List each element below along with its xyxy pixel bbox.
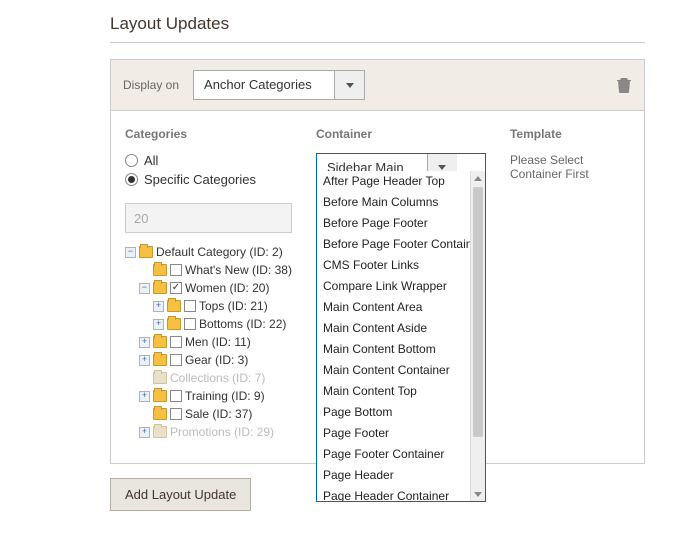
container-dropdown: After Page Header TopBefore Main Columns… — [316, 171, 486, 502]
radio-icon — [125, 154, 138, 167]
search-value: 20 — [134, 211, 148, 226]
scroll-up-icon — [471, 171, 485, 185]
dropdown-option[interactable]: Main Content Bottom — [317, 339, 470, 360]
tree-node-label: Default Category (ID: 2) — [156, 243, 283, 261]
categories-col-title: Categories — [125, 127, 292, 141]
tree-node: Collections (ID: 7) — [125, 369, 292, 387]
scrollbar-thumb[interactable] — [473, 187, 483, 437]
display-on-select[interactable]: Anchor Categories — [193, 70, 365, 100]
tree-node[interactable]: − Women (ID: 20) — [125, 279, 292, 297]
template-hint: Please Select Container First — [510, 153, 630, 181]
tree-node-label: Bottoms (ID: 22) — [199, 315, 286, 333]
container-col-title: Container — [316, 127, 486, 141]
toggle-spacer — [139, 373, 150, 384]
tree-node-label: Gear (ID: 3) — [185, 351, 248, 369]
tree-node[interactable]: + Men (ID: 11) — [125, 333, 292, 351]
tree-node[interactable]: + Tops (ID: 21) — [125, 297, 292, 315]
folder-icon — [153, 264, 167, 276]
tree-node-label: Men (ID: 11) — [185, 333, 251, 351]
dropdown-option[interactable]: Before Main Columns — [317, 192, 470, 213]
delete-update-button[interactable] — [616, 76, 632, 94]
category-tree: − Default Category (ID: 2)What's New (ID:… — [125, 243, 292, 441]
expand-icon[interactable]: + — [153, 319, 164, 330]
checkbox[interactable] — [170, 354, 182, 366]
expand-icon[interactable]: + — [139, 427, 150, 438]
expand-icon[interactable]: + — [139, 337, 150, 348]
layout-update-block: Display on Anchor Categories Categories … — [110, 59, 645, 464]
expand-icon[interactable]: + — [139, 391, 150, 402]
dropdown-option[interactable]: Before Page Footer Container — [317, 234, 470, 255]
checkbox[interactable] — [170, 282, 182, 294]
folder-icon — [167, 300, 181, 312]
radio-specific-label: Specific Categories — [144, 172, 256, 187]
folder-icon — [139, 246, 153, 258]
tree-node[interactable]: + Gear (ID: 3) — [125, 351, 292, 369]
checkbox[interactable] — [170, 264, 182, 276]
tree-node: + Promotions (ID: 29) — [125, 423, 292, 441]
checkbox[interactable] — [184, 318, 196, 330]
folder-icon — [153, 372, 167, 384]
tree-node[interactable]: + Bottoms (ID: 22) — [125, 315, 292, 333]
checkbox[interactable] — [184, 300, 196, 312]
dropdown-option[interactable]: Page Bottom — [317, 402, 470, 423]
radio-all[interactable]: All — [125, 153, 292, 168]
tree-node[interactable]: Sale (ID: 37) — [125, 405, 292, 423]
dropdown-option[interactable]: Page Footer — [317, 423, 470, 444]
tree-node[interactable]: What's New (ID: 38) — [125, 261, 292, 279]
radio-icon — [125, 173, 138, 186]
add-layout-update-button[interactable]: Add Layout Update — [110, 478, 251, 511]
folder-icon — [167, 318, 181, 330]
display-on-label: Display on — [123, 78, 179, 92]
tree-node-label: Tops (ID: 21) — [199, 297, 268, 315]
folder-icon — [153, 354, 167, 366]
toggle-spacer — [139, 265, 150, 276]
tree-node-label: Training (ID: 9) — [185, 387, 265, 405]
trash-icon — [617, 77, 631, 93]
display-on-value: Anchor Categories — [194, 71, 334, 99]
folder-icon — [153, 426, 167, 438]
dropdown-option[interactable]: Main Content Aside — [317, 318, 470, 339]
category-search-input[interactable]: 20 — [125, 203, 292, 233]
radio-all-label: All — [144, 153, 158, 168]
tree-node-label: Women (ID: 20) — [185, 279, 269, 297]
folder-icon — [153, 336, 167, 348]
template-col-title: Template — [510, 127, 630, 141]
radio-specific[interactable]: Specific Categories — [125, 172, 292, 187]
chevron-down-icon — [334, 71, 364, 99]
dropdown-option[interactable]: Page Header Container — [317, 486, 470, 501]
checkbox[interactable] — [170, 390, 182, 402]
dropdown-option[interactable]: Main Content Area — [317, 297, 470, 318]
dropdown-option[interactable]: Page Footer Container — [317, 444, 470, 465]
display-on-row: Display on Anchor Categories — [111, 60, 644, 111]
tree-node-label: Promotions (ID: 29) — [170, 423, 274, 441]
toggle-spacer — [139, 409, 150, 420]
expand-icon[interactable]: + — [139, 355, 150, 366]
tree-node-label: Collections (ID: 7) — [170, 369, 265, 387]
expand-icon[interactable]: + — [153, 301, 164, 312]
tree-node-label: Sale (ID: 37) — [185, 405, 252, 423]
scroll-down-icon — [471, 487, 485, 501]
tree-node-label: What's New (ID: 38) — [185, 261, 292, 279]
tree-node[interactable]: + Training (ID: 9) — [125, 387, 292, 405]
dropdown-option[interactable]: CMS Footer Links — [317, 255, 470, 276]
dropdown-option[interactable]: Compare Link Wrapper — [317, 276, 470, 297]
checkbox[interactable] — [170, 336, 182, 348]
dropdown-option[interactable]: Main Content Container — [317, 360, 470, 381]
checkbox[interactable] — [170, 408, 182, 420]
collapse-icon[interactable]: − — [125, 247, 136, 258]
dropdown-option[interactable]: Main Content Top — [317, 381, 470, 402]
folder-icon — [153, 282, 167, 294]
dropdown-option[interactable]: Page Header — [317, 465, 470, 486]
tree-node[interactable]: − Default Category (ID: 2) — [125, 243, 292, 261]
folder-icon — [153, 390, 167, 402]
section-title: Layout Updates — [110, 0, 645, 43]
dropdown-option[interactable]: Before Page Footer — [317, 213, 470, 234]
scrollbar[interactable] — [470, 171, 485, 501]
folder-icon — [153, 408, 167, 420]
collapse-icon[interactable]: − — [139, 283, 150, 294]
dropdown-option[interactable]: After Page Header Top — [317, 171, 470, 192]
